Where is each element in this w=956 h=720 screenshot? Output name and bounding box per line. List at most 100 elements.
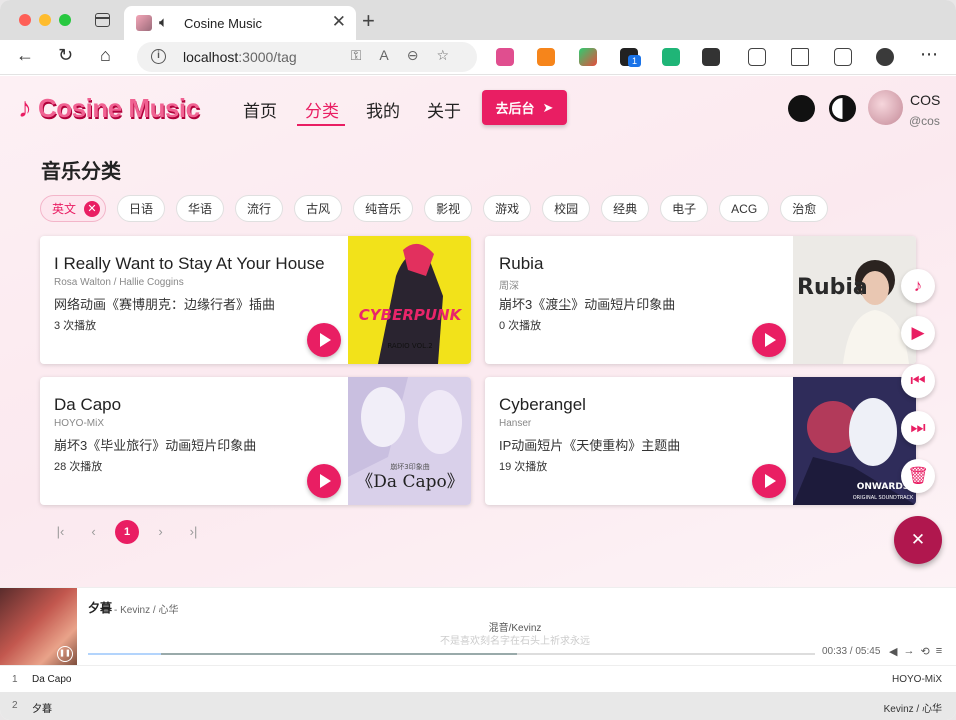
page-button-current[interactable]: 1 xyxy=(115,520,139,544)
close-fab-icon[interactable]: ✕ xyxy=(894,516,942,564)
song-card[interactable]: Rubia 周深 崩坏3《渡尘》动画短片印象曲 0 次播放 Rubia xyxy=(485,236,916,364)
collections-icon[interactable] xyxy=(834,48,852,66)
minimize-window-button[interactable] xyxy=(39,14,51,26)
next-page-icon[interactable]: › xyxy=(144,520,177,544)
song-artist: Rosa Walton / Hallie Coggins xyxy=(54,277,184,288)
play-button[interactable] xyxy=(307,323,341,357)
album-cover: CYBERPUNK RADIO VOL.2 xyxy=(348,236,471,364)
color-extension-icon[interactable] xyxy=(579,48,597,66)
playlist-item[interactable]: 1 Da Capo HOYO-MiX xyxy=(0,665,956,692)
maximize-window-button[interactable] xyxy=(59,14,71,26)
key-icon[interactable]: ⚿ xyxy=(351,47,380,63)
nav-about[interactable]: 关于 xyxy=(427,97,461,122)
info-icon[interactable]: i xyxy=(151,49,166,64)
profile-icon[interactable] xyxy=(876,48,894,66)
tag-chip[interactable]: 古风 xyxy=(294,195,343,222)
zoom-icon[interactable]: ⊖ xyxy=(407,47,437,63)
pagination: |‹ ‹ 1 › ›| xyxy=(44,520,210,544)
wechat-extension-icon[interactable] xyxy=(662,48,680,66)
song-artist: Hanser xyxy=(499,418,532,429)
new-tab-icon[interactable]: + xyxy=(362,8,375,34)
progress-bar[interactable] xyxy=(88,653,815,655)
back-icon[interactable]: ← xyxy=(16,45,34,66)
playlist-item-active[interactable]: 2 夕暮 Kevinz / 心华 xyxy=(0,692,956,720)
player-time: 00:33 / 05:45 xyxy=(822,646,881,657)
tag-chip[interactable]: 经典 xyxy=(601,195,650,222)
tag-chip[interactable]: 影视 xyxy=(424,195,473,222)
cover-title: 《Da Capo》 xyxy=(356,472,463,492)
music-note-fab-icon[interactable]: ♪ xyxy=(901,269,935,303)
tab-title: Cosine Music xyxy=(184,16,263,31)
song-description: IP动画短片《天使重构》主题曲 xyxy=(499,438,681,453)
admin-button[interactable]: 去后台 ➤ xyxy=(482,90,567,125)
tag-chip[interactable]: 治愈 xyxy=(780,195,829,222)
nav-category[interactable]: 分类 xyxy=(305,97,339,122)
delete-fab-icon[interactable]: 🗑︎ xyxy=(901,459,935,493)
song-card[interactable]: Da Capo HOYO-MiX 崩坏3《毕业旅行》动画短片印象曲 28 次播放… xyxy=(40,377,471,505)
song-play-count: 28 次播放 xyxy=(54,461,103,473)
reload-icon[interactable]: ↻ xyxy=(58,45,73,66)
playlist-artist: Kevinz / 心华 xyxy=(883,704,942,715)
nav-mine[interactable]: 我的 xyxy=(366,97,400,122)
tag-chip[interactable]: 日语 xyxy=(117,195,166,222)
user-handle: @cos xyxy=(909,114,940,128)
tag-chip[interactable]: 游戏 xyxy=(483,195,532,222)
volume-icon[interactable]: ◀︎ xyxy=(889,645,897,658)
player-controls: ◀︎ → ⟲ ≡ xyxy=(889,645,942,658)
github-icon[interactable] xyxy=(788,95,815,122)
address-bar-row: ← ↻ ⌂ i localhost:3000/tag ⚿A⊖☆ ⋯ xyxy=(0,40,956,75)
home-icon[interactable]: ⌂ xyxy=(100,45,111,66)
theme-toggle-icon[interactable] xyxy=(829,95,856,122)
song-card[interactable]: I Really Want to Stay At Your House Rosa… xyxy=(40,236,471,364)
avatar[interactable] xyxy=(868,90,903,125)
loop-icon[interactable]: ⟲ xyxy=(920,645,929,658)
cover-title: ONWARDS xyxy=(857,482,910,492)
first-page-icon[interactable]: |‹ xyxy=(44,520,77,544)
play-button[interactable] xyxy=(307,464,341,498)
order-icon[interactable]: → xyxy=(903,645,914,658)
metamask-extension-icon[interactable] xyxy=(537,48,555,66)
prev-page-icon[interactable]: ‹ xyxy=(77,520,110,544)
song-description: 崩坏3《毕业旅行》动画短片印象曲 xyxy=(54,438,257,453)
remove-tag-icon[interactable]: ✕ xyxy=(84,200,101,217)
tab-overview-icon[interactable] xyxy=(95,13,110,27)
tag-chip[interactable]: 华语 xyxy=(176,195,225,222)
play-button[interactable] xyxy=(752,323,786,357)
read-aloud-icon[interactable]: A xyxy=(379,47,406,63)
last-page-icon[interactable]: ›| xyxy=(177,520,210,544)
close-tab-icon[interactable]: ✕ xyxy=(332,12,346,32)
previous-track-fab-icon[interactable]: ⏮ xyxy=(901,364,935,398)
url-host: localhost xyxy=(183,49,239,65)
tag-chip[interactable]: ACG xyxy=(719,195,770,222)
browser-tab[interactable]: 🔈︎ Cosine Music ✕ xyxy=(124,6,356,40)
speaker-icon[interactable]: 🔈︎ xyxy=(159,14,168,31)
favorites-icon[interactable] xyxy=(791,48,809,66)
app-extension-icon[interactable] xyxy=(702,48,720,66)
tab-bar: 🔈︎ Cosine Music ✕ + xyxy=(0,0,956,40)
favorite-icon[interactable]: ☆ xyxy=(436,47,467,63)
url-field[interactable]: i localhost:3000/tag ⚿A⊖☆ xyxy=(137,42,477,72)
translate-extension-icon[interactable] xyxy=(496,48,514,66)
pause-icon[interactable]: ❚❚ xyxy=(57,646,73,662)
send-icon: ➤ xyxy=(542,99,554,115)
tag-chip[interactable]: 流行 xyxy=(235,195,284,222)
tag-chip[interactable]: 纯音乐 xyxy=(353,195,414,222)
extensions-icon[interactable] xyxy=(748,48,766,66)
play-button[interactable] xyxy=(752,464,786,498)
tag-list: 英文 ✕ 日语 华语 流行 古风 纯音乐 影视 游戏 校园 经典 电子 ACG 治… xyxy=(40,195,829,222)
site-logo[interactable]: ♪ Cosine Music xyxy=(18,90,200,126)
music-player: ❚❚ 夕暮 - Kevinz / 心华 混音/Kevinz 不是喜欢刻名字在石头… xyxy=(0,587,956,666)
cover-title: CYBERPUNK xyxy=(359,306,463,324)
nav-home[interactable]: 首页 xyxy=(243,97,277,122)
next-track-fab-icon[interactable]: ⏭ xyxy=(901,411,935,445)
tag-chip-english[interactable]: 英文 ✕ xyxy=(40,195,107,222)
page-title: 音乐分类 xyxy=(41,161,121,183)
playlist-menu-icon[interactable]: ≡ xyxy=(936,645,942,658)
song-card[interactable]: Cyberangel Hanser IP动画短片《天使重构》主题曲 19 次播放… xyxy=(485,377,916,505)
more-menu-icon[interactable]: ⋯ xyxy=(920,44,938,65)
close-window-button[interactable] xyxy=(19,14,31,26)
play-fab-icon[interactable]: ▶ xyxy=(901,316,935,350)
player-song-title: 夕暮 xyxy=(88,601,113,615)
tag-chip[interactable]: 电子 xyxy=(660,195,709,222)
tag-chip[interactable]: 校园 xyxy=(542,195,591,222)
